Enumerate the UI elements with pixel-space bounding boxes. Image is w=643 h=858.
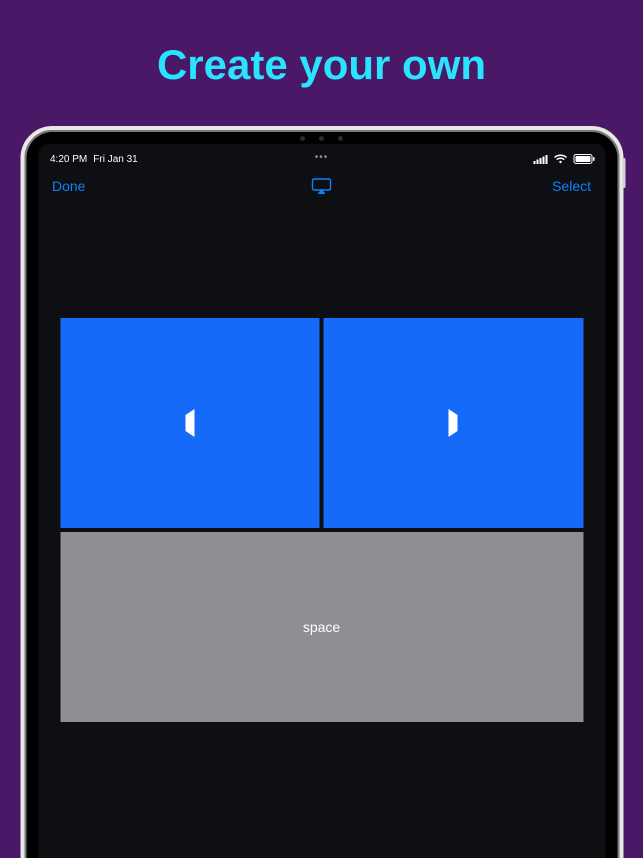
status-bar-left: 4:20 PM Fri Jan 31 [50, 154, 138, 165]
nav-bar: Done Select [38, 168, 605, 204]
status-bar-right [533, 154, 595, 164]
promo-stage: Create your own 4:20 PM Fri Jan 31 ••• [0, 0, 643, 858]
status-time: 4:20 PM [50, 154, 87, 165]
status-bar: 4:20 PM Fri Jan 31 ••• [38, 144, 605, 168]
device-wrap: 4:20 PM Fri Jan 31 ••• [9, 126, 634, 858]
done-button[interactable]: Done [52, 178, 85, 194]
ipad-frame: 4:20 PM Fri Jan 31 ••• [20, 126, 623, 858]
ipad-screen: 4:20 PM Fri Jan 31 ••• [38, 144, 605, 858]
promo-headline: Create your own [157, 44, 486, 86]
device-camera-dots [300, 136, 343, 141]
status-handoff: ••• [315, 152, 329, 163]
space-key[interactable]: space [60, 532, 583, 722]
space-key-label: space [303, 619, 340, 635]
arrow-right-icon [449, 415, 458, 431]
airplay-icon[interactable] [312, 178, 332, 194]
device-side-button [622, 158, 625, 188]
arrow-left-icon [185, 415, 194, 431]
status-date: Fri Jan 31 [93, 154, 137, 165]
previous-key[interactable] [60, 318, 320, 528]
next-key[interactable] [324, 318, 584, 528]
key-layout: space [60, 318, 583, 758]
battery-icon [573, 154, 595, 164]
top-key-row [60, 318, 583, 528]
cellular-icon [533, 155, 547, 164]
wifi-icon [553, 154, 567, 164]
select-button[interactable]: Select [552, 178, 591, 194]
